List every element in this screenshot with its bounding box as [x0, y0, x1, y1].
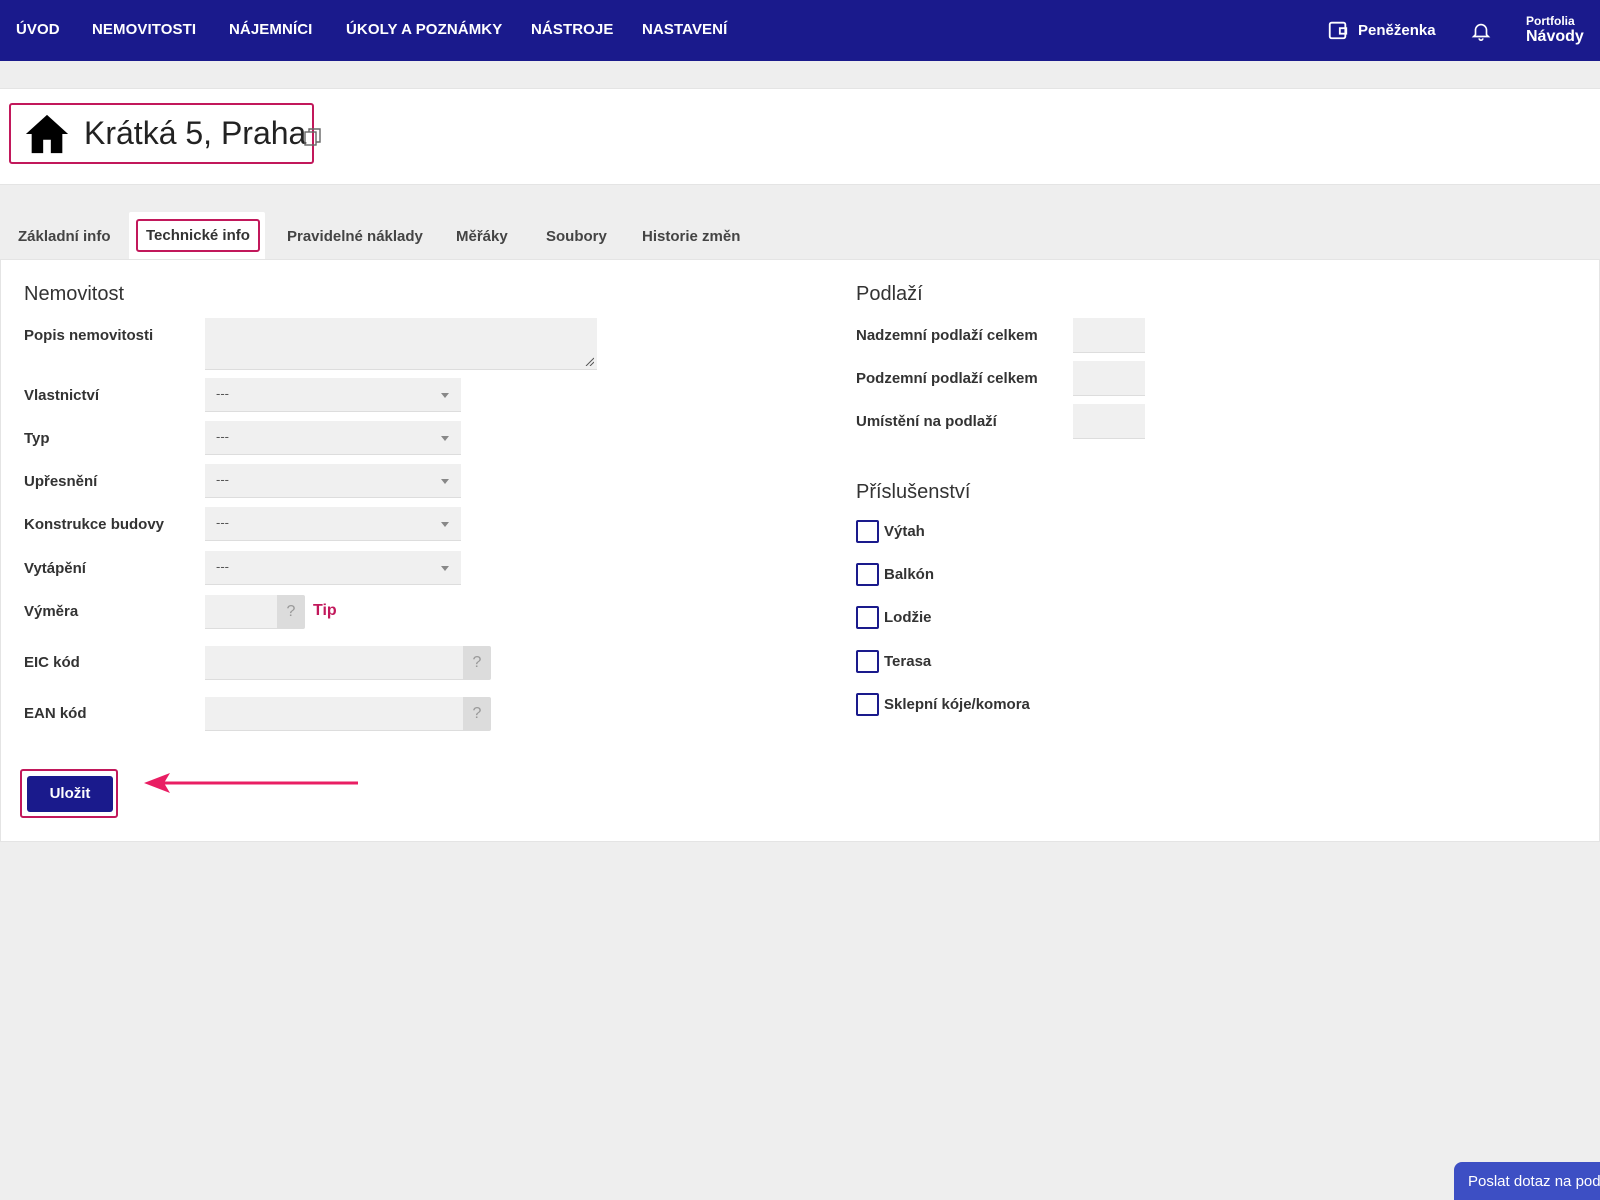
ownership-select-value: ---: [216, 386, 229, 401]
checkbox[interactable]: [856, 693, 879, 716]
caret-down-icon: [441, 393, 449, 398]
wallet-icon: [1328, 21, 1348, 40]
checkbox-label: Výtah: [884, 523, 925, 540]
floor-position-label: Umístění na podlaží: [856, 413, 997, 430]
checkbox-row-balkon[interactable]: Balkón: [856, 563, 934, 586]
heating-select[interactable]: ---: [205, 551, 461, 585]
tab-soubory[interactable]: Soubory: [546, 212, 607, 259]
construction-label: Konstrukce budovy: [24, 516, 165, 533]
checkbox-row-vytah[interactable]: Výtah: [856, 520, 925, 543]
floors-above-input[interactable]: [1073, 318, 1145, 353]
save-button[interactable]: Uložit: [27, 776, 113, 812]
checkbox-label: Lodžie: [884, 609, 932, 626]
checkbox-label: Sklepní kóje/komora: [884, 696, 1030, 713]
checkbox-label: Terasa: [884, 653, 932, 670]
checkbox-row-lodzie[interactable]: Lodžie: [856, 606, 932, 629]
caret-down-icon: [441, 522, 449, 527]
technical-info-form: Nemovitost Popis nemovitosti Vlastnictví…: [0, 259, 1600, 842]
nav-item-najemnici[interactable]: NÁJEMNÍCI: [229, 21, 312, 38]
portfolio-switcher[interactable]: Portfolia Návody: [1526, 14, 1584, 46]
tab-zakladni-info[interactable]: Základní info: [18, 212, 111, 259]
ownership-select[interactable]: ---: [205, 378, 461, 412]
tab-meraky[interactable]: Měřáky: [456, 212, 508, 259]
construction-select-value: ---: [216, 515, 229, 530]
house-icon: [25, 114, 69, 153]
checkbox[interactable]: [856, 520, 879, 543]
specification-label: Upřesnění: [24, 473, 98, 490]
ean-input[interactable]: [205, 697, 463, 731]
caret-down-icon: [441, 566, 449, 571]
support-chat-button[interactable]: Poslat dotaz na podporu: [1454, 1162, 1600, 1200]
checkbox-row-terasa[interactable]: Terasa: [856, 650, 931, 673]
section-title-prislusenstvi: Příslušenství: [856, 481, 971, 503]
eic-label: EIC kód: [24, 654, 80, 671]
nav-item-ukoly[interactable]: ÚKOLY A POZNÁMKY: [346, 21, 502, 38]
caret-down-icon: [441, 436, 449, 441]
section-title-podlazi: Podlaží: [856, 283, 923, 305]
nav-item-nastroje[interactable]: NÁSTROJE: [531, 21, 613, 38]
floors-below-input[interactable]: [1073, 361, 1145, 396]
nav-item-nemovitosti[interactable]: NEMOVITOSTI: [92, 21, 196, 38]
portfolio-value: Návody: [1526, 28, 1584, 45]
checkbox-row-sklep[interactable]: Sklepní kóje/komora: [856, 693, 1030, 716]
tip-link[interactable]: Tip: [313, 602, 337, 620]
tab-technicke-info-label: Technické info: [136, 219, 260, 252]
description-textarea[interactable]: [205, 318, 597, 370]
wallet-label: Peněženka: [1358, 21, 1436, 39]
checkbox[interactable]: [856, 563, 879, 586]
type-select[interactable]: ---: [205, 421, 461, 455]
area-help-button[interactable]: ?: [277, 595, 305, 629]
top-navbar: ÚVOD NEMOVITOSTI NÁJEMNÍCI ÚKOLY A POZNÁ…: [0, 0, 1600, 61]
area-label: Výměra: [24, 603, 79, 620]
specification-select-value: ---: [216, 472, 229, 487]
wallet-link[interactable]: Peněženka: [1327, 19, 1436, 41]
type-select-value: ---: [216, 429, 229, 444]
property-title-box: Krátká 5, Praha: [9, 103, 315, 164]
eic-input[interactable]: [205, 646, 463, 680]
eic-help-button[interactable]: ?: [463, 646, 491, 680]
nav-item-nastaveni[interactable]: NASTAVENÍ: [642, 21, 727, 38]
bell-icon[interactable]: [1470, 20, 1492, 42]
arrow-annotation-icon: [144, 773, 358, 793]
checkbox[interactable]: [856, 606, 879, 629]
resize-grip-icon[interactable]: [585, 357, 594, 366]
property-header: Krátká 5, Praha: [0, 88, 1600, 185]
construction-select[interactable]: ---: [205, 507, 461, 541]
ean-help-button[interactable]: ?: [463, 697, 491, 731]
floor-position-input[interactable]: [1073, 404, 1145, 439]
property-title: Krátká 5, Praha: [84, 115, 307, 151]
nav-item-uvod[interactable]: ÚVOD: [16, 21, 60, 38]
tab-historie-zmen[interactable]: Historie změn: [642, 212, 740, 259]
description-label: Popis nemovitosti: [24, 327, 154, 344]
heating-label: Vytápění: [24, 560, 86, 577]
tab-pravidelne-naklady[interactable]: Pravidelné náklady: [287, 212, 423, 259]
ean-label: EAN kód: [24, 705, 87, 722]
specification-select[interactable]: ---: [205, 464, 461, 498]
floors-below-label: Podzemní podlaží celkem: [856, 370, 1038, 387]
checkbox-label: Balkón: [884, 566, 935, 583]
heating-select-value: ---: [216, 559, 229, 574]
copy-icon[interactable]: [304, 127, 322, 147]
type-label: Typ: [24, 430, 50, 447]
tab-technicke-info[interactable]: Technické info: [129, 212, 265, 259]
caret-down-icon: [441, 479, 449, 484]
checkbox[interactable]: [856, 650, 879, 673]
area-input[interactable]: [205, 595, 277, 629]
ownership-label: Vlastnictví: [24, 387, 100, 404]
save-button-highlight: Uložit: [20, 769, 118, 818]
portfolio-label: Portfolia: [1526, 14, 1575, 28]
section-title-nemovitost: Nemovitost: [24, 283, 125, 305]
floors-above-label: Nadzemní podlaží celkem: [856, 327, 1038, 344]
